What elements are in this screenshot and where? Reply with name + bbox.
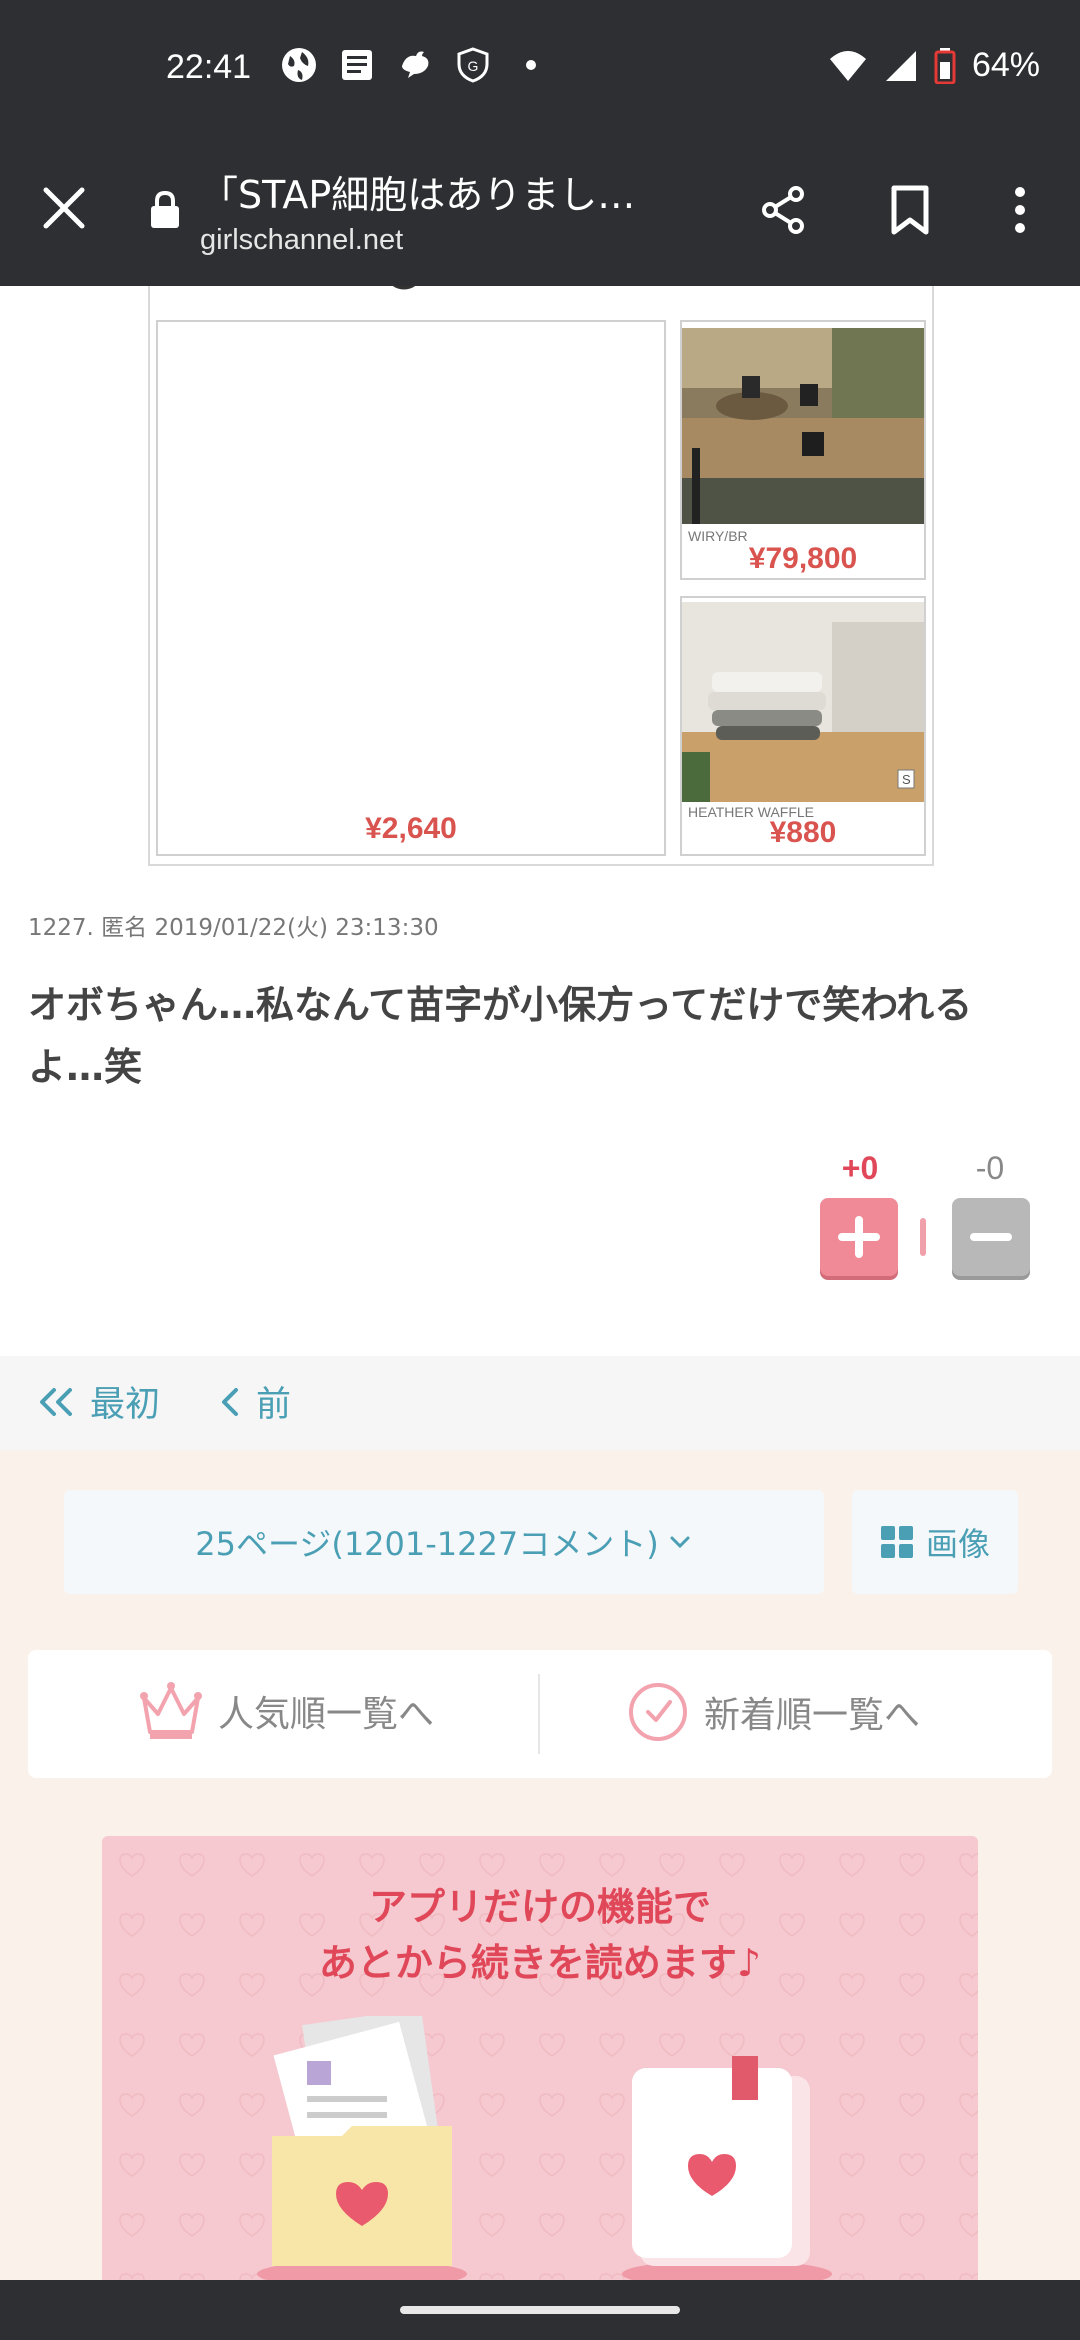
ad-main-item[interactable]: ¥2,640 [156,320,666,856]
plus-count: +0 [841,1150,879,1186]
plus-icon [838,1216,880,1258]
towels-photo [682,602,924,802]
lower-section: 25ページ(1201-1227コメント) 画像 人気順一覧へ 新着順一覧へ アプ… [0,1450,1080,2280]
newest-sort-link[interactable]: 新着順一覧へ [626,1680,920,1744]
clock-icon [629,1683,687,1741]
ad-item-1[interactable]: WIRY/BR ¥79,800 [680,320,926,580]
minus-vote-button[interactable] [952,1198,1030,1276]
pager-nav: 最初 前 [0,1356,1080,1450]
book-icon [622,2056,832,2280]
image-view-button[interactable]: 画像 [852,1490,1018,1594]
bookmark-icon[interactable] [882,182,938,238]
vote-divider [920,1218,926,1256]
page-select[interactable]: 25ページ(1201-1227コメント) [64,1490,824,1594]
page-title: 「STAP細胞はありまし… [200,173,636,217]
wifi-icon [829,50,866,81]
globe-icon [280,46,318,84]
lock-icon[interactable] [148,190,182,230]
grid-icon [880,1526,913,1558]
close-icon[interactable] [36,180,92,236]
notification-icons: G [280,46,550,84]
system-nav-bar [0,2280,1080,2340]
advertisement[interactable]: ¥2,640 WIRY/BR ¥79,800 S HEATHER WAFFLE … [148,286,934,866]
page-select-label: 25ページ(1201-1227コメント) [195,1525,659,1563]
home-gesture-handle[interactable] [400,2306,680,2314]
shield-icon: G [454,46,492,84]
status-right: 64% [828,46,1040,85]
ad-item-2-badge: S [902,772,911,787]
first-page-link[interactable]: 最初 [34,1376,160,1427]
sort-bar: 人気順一覧へ 新着順一覧へ [28,1650,1052,1778]
share-icon[interactable] [756,182,812,238]
ad-main-price: ¥2,640 [365,812,457,845]
custom-tab-toolbar: 「STAP細胞はありまし… girlschannel.net [0,140,1080,286]
comment-meta: 1227. 匿名 2019/01/22(火) 23:13:30 [28,915,439,941]
image-view-label: 画像 [925,1525,990,1563]
brand-logo [392,286,416,290]
folder-icon [257,2016,467,2280]
page-url: girlschannel.net [200,224,404,256]
svg-text:G: G [468,58,479,74]
promo-line-1: アプリだけの機能で [368,1885,711,1929]
ad-item-2-price: ¥880 [769,816,837,849]
status-bar: 22:41 G 64% [0,0,1080,140]
comment-body: オボちゃん…私なんて苗字が小保方ってだけで笑われるよ…笑 [28,983,973,1089]
sort-divider [538,1674,540,1754]
battery-percent: 64% [971,46,1040,84]
chevron-down-icon [670,1536,690,1549]
cellular-icon [885,50,916,81]
plus-vote-button[interactable] [820,1198,898,1276]
bird-icon [396,46,434,84]
dot-icon [512,46,550,84]
minus-icon [970,1233,1012,1241]
ad-item-2[interactable]: S HEATHER WAFFLE ¥880 [680,596,926,856]
popular-sort-label: 人気順一覧へ [218,1694,435,1735]
table-photo [682,328,924,524]
first-page-label: 最初 [90,1385,161,1425]
chevron-left-icon [222,1387,238,1416]
more-options-icon[interactable] [1000,182,1040,238]
app-promo-banner[interactable]: アプリだけの機能で あとから続きを読めます♪ [102,1836,978,2280]
ad-item-1-price: ¥79,800 [748,542,858,575]
status-time: 22:41 [166,48,252,86]
prev-page-link[interactable]: 前 [218,1376,291,1427]
crown-icon [140,1682,202,1739]
prev-page-label: 前 [256,1385,292,1425]
double-chevron-left-icon [40,1387,72,1416]
minus-count: -0 [975,1150,1005,1186]
newest-sort-label: 新着順一覧へ [704,1695,921,1736]
news-icon [338,46,376,84]
popular-sort-link[interactable]: 人気順一覧へ [138,1680,434,1742]
battery-icon [934,47,956,84]
promo-line-2: あとから続きを読めます♪ [318,1941,762,1985]
